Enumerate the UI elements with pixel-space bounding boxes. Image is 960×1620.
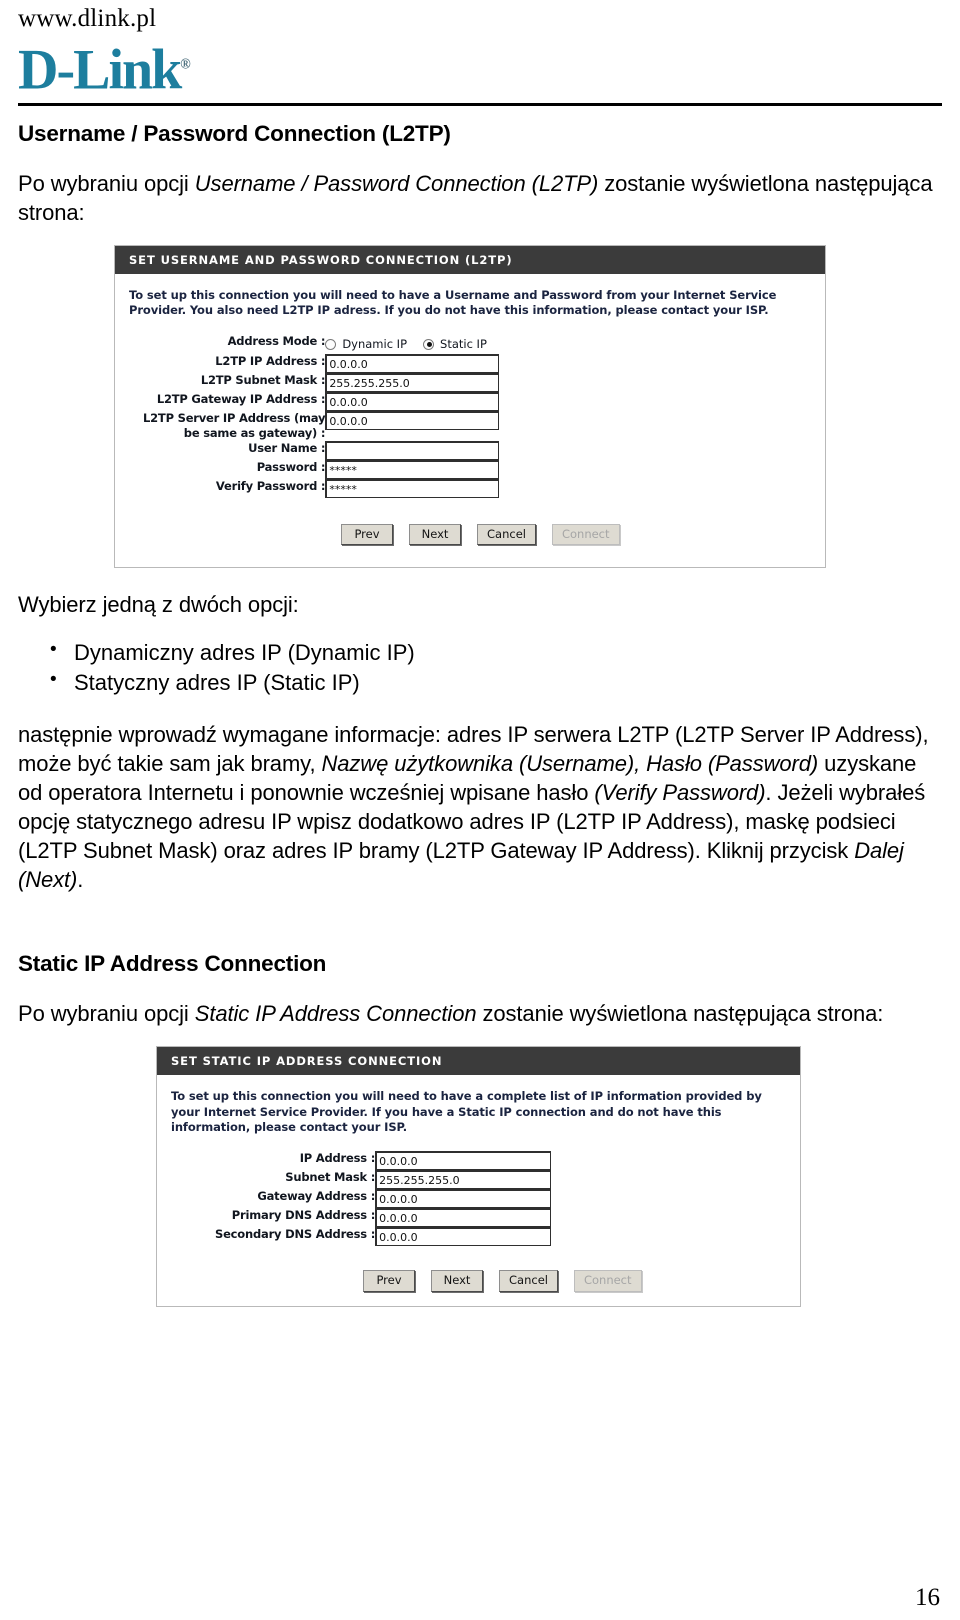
panel-description-static-ip: To set up this connection you will need … [171, 1089, 762, 1134]
radio-dynamic-ip[interactable] [325, 338, 337, 350]
panel-title-l2tp: SET USERNAME AND PASSWORD CONNECTION (L2… [115, 246, 825, 275]
label-l2tp-subnet-mask: L2TP Subnet Mask : [200, 373, 326, 388]
choice-lead-text: Wybierz jedną z dwóch opcji: [18, 592, 299, 618]
options-list: Dynamiczny adres IP (Dynamic IP) Statycz… [18, 637, 942, 699]
table-row: L2TP IP Address : 0.0.0.0 [143, 354, 500, 374]
label-secondary-dns-address: Secondary DNS Address : [215, 1226, 376, 1241]
input-l2tp-server-ip-address[interactable]: 0.0.0.0 [325, 411, 500, 431]
form-l2tp: Address Mode : Dynamic IP Static IP L2TP… [143, 334, 500, 498]
connect-button: Connect [573, 1269, 642, 1292]
connect-button: Connect [551, 523, 620, 546]
label-subnet-mask: Subnet Mask : [285, 1169, 376, 1184]
input-primary-dns-address[interactable]: 0.0.0.0 [375, 1207, 552, 1227]
router-screenshot-static-ip: SET STATIC IP ADDRESS CONNECTION To set … [156, 1046, 801, 1307]
label-l2tp-server-ip-address: L2TP Server IP Address (may be same as g… [143, 411, 326, 441]
site-url: www.dlink.pl [18, 5, 157, 32]
document-page: www.dlink.pl D-Link® Username / Password… [0, 0, 960, 1620]
input-l2tp-gateway-ip-address[interactable]: 0.0.0.0 [325, 392, 500, 412]
dlink-logo-text: D-Link® [18, 42, 191, 99]
input-gateway-address[interactable]: 0.0.0.0 [375, 1188, 552, 1208]
label-l2tp-gateway-ip-address: L2TP Gateway IP Address : [156, 392, 326, 407]
dlink-logo: D-Link® [18, 39, 942, 99]
input-password[interactable]: ***** [325, 459, 500, 479]
table-row: L2TP Subnet Mask : 255.255.255.0 [143, 373, 500, 393]
button-row-static-ip: Prev Next Cancel Connect [171, 1269, 786, 1292]
section-heading-l2tp: Username / Password Connection (L2TP) [18, 121, 451, 146]
form-row-address-mode: Address Mode : Dynamic IP Static IP [143, 334, 499, 354]
address-mode-controls: Dynamic IP Static IP [325, 334, 499, 354]
panel-title-static-ip: SET STATIC IP ADDRESS CONNECTION [157, 1047, 800, 1076]
section-heading-static-ip: Static IP Address Connection [18, 951, 327, 977]
table-row: Gateway Address : 0.0.0.0 [215, 1188, 552, 1208]
table-row: L2TP Server IP Address (may be same as g… [143, 411, 500, 441]
input-user-name[interactable] [325, 440, 500, 460]
panel-body-static-ip: To set up this connection you will need … [157, 1075, 800, 1305]
input-secondary-dns-address[interactable]: 0.0.0.0 [375, 1226, 552, 1246]
cancel-button[interactable]: Cancel [477, 523, 536, 546]
input-l2tp-ip-address[interactable]: 0.0.0.0 [325, 354, 500, 374]
label-verify-password: Verify Password : [215, 478, 326, 493]
next-button[interactable]: Next [431, 1269, 483, 1292]
panel-body-l2tp: To set up this connection you will need … [115, 274, 825, 567]
page-number: 16 [915, 1584, 940, 1611]
router-screenshot-l2tp: SET USERNAME AND PASSWORD CONNECTION (L2… [114, 245, 826, 569]
table-row: Primary DNS Address : 0.0.0.0 [215, 1207, 552, 1227]
radio-static-ip-label: Static IP [440, 337, 487, 352]
form-static-ip: IP Address : 0.0.0.0 Subnet Mask : 255.2… [215, 1150, 552, 1246]
table-row: IP Address : 0.0.0.0 [215, 1150, 552, 1170]
table-row: Subnet Mask : 255.255.255.0 [215, 1169, 552, 1189]
cancel-button[interactable]: Cancel [499, 1269, 558, 1292]
radio-static-ip[interactable] [423, 338, 435, 350]
intro2-text-after: zostanie wyświetlona następująca strona: [476, 1001, 884, 1027]
label-l2tp-ip-address: L2TP IP Address : [215, 354, 326, 369]
intro-text-before: Po wybraniu opcji [18, 171, 195, 196]
list-item: Statyczny adres IP (Static IP) [50, 667, 942, 698]
label-primary-dns-address: Primary DNS Address : [231, 1207, 376, 1222]
label-gateway-address: Gateway Address : [257, 1188, 376, 1203]
section-two-intro: Po wybraniu opcji Static IP Address Conn… [18, 999, 942, 1028]
intro-text-italic: Username / Password Connection (L2TP) [194, 171, 599, 196]
input-l2tp-subnet-mask[interactable]: 255.255.255.0 [325, 373, 500, 393]
table-row: Password : ***** [143, 459, 500, 479]
table-row: User Name : [143, 440, 500, 460]
panel-description-l2tp: To set up this connection you will need … [129, 288, 777, 318]
list-item: Dynamiczny adres IP (Dynamic IP) [50, 637, 942, 668]
label-address-mode: Address Mode : [227, 334, 326, 349]
paragraph-part-7: . [77, 867, 84, 893]
prev-button[interactable]: Prev [341, 523, 393, 546]
intro2-text-before: Po wybraniu opcji [18, 1001, 195, 1027]
dlink-logo-wordmark: D-Link [18, 38, 182, 103]
registered-trademark-icon: ® [180, 57, 191, 73]
next-button[interactable]: Next [409, 523, 461, 546]
table-row: L2TP Gateway IP Address : 0.0.0.0 [143, 392, 500, 412]
instructions-paragraph: następnie wprowadź wymagane informacje: … [18, 720, 942, 894]
table-row: Secondary DNS Address : 0.0.0.0 [215, 1226, 552, 1246]
button-row-l2tp: Prev Next Cancel Connect [129, 523, 811, 546]
label-ip-address: IP Address : [299, 1150, 376, 1165]
label-password: Password : [256, 459, 326, 474]
input-verify-password[interactable]: ***** [325, 478, 500, 498]
intro2-text-italic: Static IP Address Connection [194, 1001, 477, 1027]
header-divider [18, 103, 942, 106]
table-row: Verify Password : ***** [143, 478, 500, 498]
section-one-intro: Po wybraniu opcji Username / Password Co… [18, 169, 942, 227]
radio-dynamic-ip-label: Dynamic IP [342, 337, 408, 352]
paragraph-part-2-italic: Nazwę użytkownika (Username), Hasło (Pas… [321, 751, 819, 777]
input-ip-address[interactable]: 0.0.0.0 [375, 1150, 552, 1170]
address-mode-radio-group: Dynamic IP Static IP [325, 334, 499, 354]
prev-button[interactable]: Prev [363, 1269, 415, 1292]
input-subnet-mask[interactable]: 255.255.255.0 [375, 1169, 552, 1189]
paragraph-part-4-italic: (Verify Password) [594, 780, 766, 806]
label-user-name: User Name : [248, 440, 326, 455]
